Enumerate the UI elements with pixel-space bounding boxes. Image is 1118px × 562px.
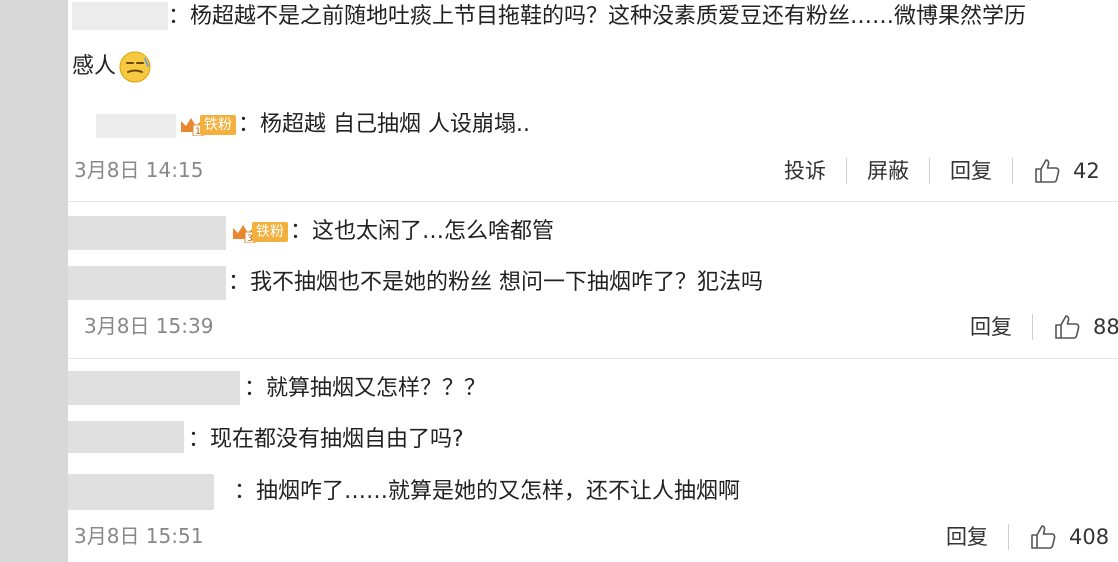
thumbs-up-icon [1031,525,1056,549]
comment-text: ：我不抽烟也不是她的粉丝 想问一下抽烟咋了？犯法吗 [228,270,763,295]
username-redacted[interactable] [68,421,184,453]
like-count: 408 [1069,525,1110,549]
like-count: 42 [1073,159,1100,183]
block-button[interactable]: 屏蔽 [867,158,909,184]
comment-timestamp: 3月8日 15:39 [84,314,214,338]
smirk-emoji-icon [119,51,151,83]
fan-badge[interactable]: 1 铁粉 [178,114,236,136]
thread-divider [68,201,1118,202]
comment-actions: 回复 408 [946,523,1109,551]
username-redacted[interactable] [68,216,226,250]
comment-text-tail: 感人 [72,54,117,79]
comment-text: ：现在都没有抽烟自由了吗? [188,427,464,452]
username-redacted[interactable] [68,371,240,405]
report-button[interactable]: 投诉 [784,158,826,184]
comment-text: ：就算抽烟又怎样？？？ [244,376,487,401]
username-redacted[interactable] [96,114,176,138]
like-button[interactable]: 42 [1033,157,1100,185]
comment-actions: 回复 88 [970,313,1118,341]
action-divider [1012,158,1013,184]
comment-text-continuation: 感人 [72,50,152,84]
thumbs-up-icon [1035,159,1060,183]
like-button[interactable]: 88 [1053,313,1118,341]
comment-list: ：杨超越不是之前随地吐痰上节目拖鞋的吗？这种没素质爱豆还有粉丝……微博果然学历 … [68,0,1118,562]
action-divider [1032,314,1033,340]
username-redacted[interactable] [72,2,168,30]
comment-text: ：这也太闲了…怎么啥都管 [290,219,555,244]
username-redacted[interactable] [68,474,214,510]
fan-badge-label: 铁粉 [252,222,288,242]
comment-row: 3 铁粉 ：这也太闲了…怎么啥都管 [228,217,554,247]
left-margin-bar [0,0,68,562]
like-count: 88 [1093,315,1118,339]
action-divider [1008,524,1009,550]
action-divider [846,158,847,184]
comment-actions: 投诉 屏蔽 回复 42 [784,157,1100,185]
thumbs-up-icon [1055,315,1080,339]
fan-badge[interactable]: 3 铁粉 [230,221,288,243]
reply-button[interactable]: 回复 [946,524,988,550]
comment-text: ：杨超越 自己抽烟 人设崩塌.. [238,112,530,137]
like-button[interactable]: 408 [1029,523,1109,551]
comment-text: ：杨超越不是之前随地吐痰上节目拖鞋的吗？这种没素质爱豆还有粉丝……微博果然学历 [168,4,1027,29]
comment-timestamp: 3月8日 15:51 [74,524,204,548]
reply-button[interactable]: 回复 [970,314,1012,340]
comment-text: ：抽烟咋了……就算是她的又怎样，还不让人抽烟啊 [234,479,741,504]
thread-divider [68,358,1118,359]
fan-badge-label: 铁粉 [200,115,236,135]
reply-button[interactable]: 回复 [950,158,992,184]
username-redacted[interactable] [68,266,226,300]
action-divider [929,158,930,184]
comment-timestamp: 3月8日 14:15 [74,158,204,182]
comment-row: 1 铁粉 ：杨超越 自己抽烟 人设崩塌.. [176,110,530,140]
